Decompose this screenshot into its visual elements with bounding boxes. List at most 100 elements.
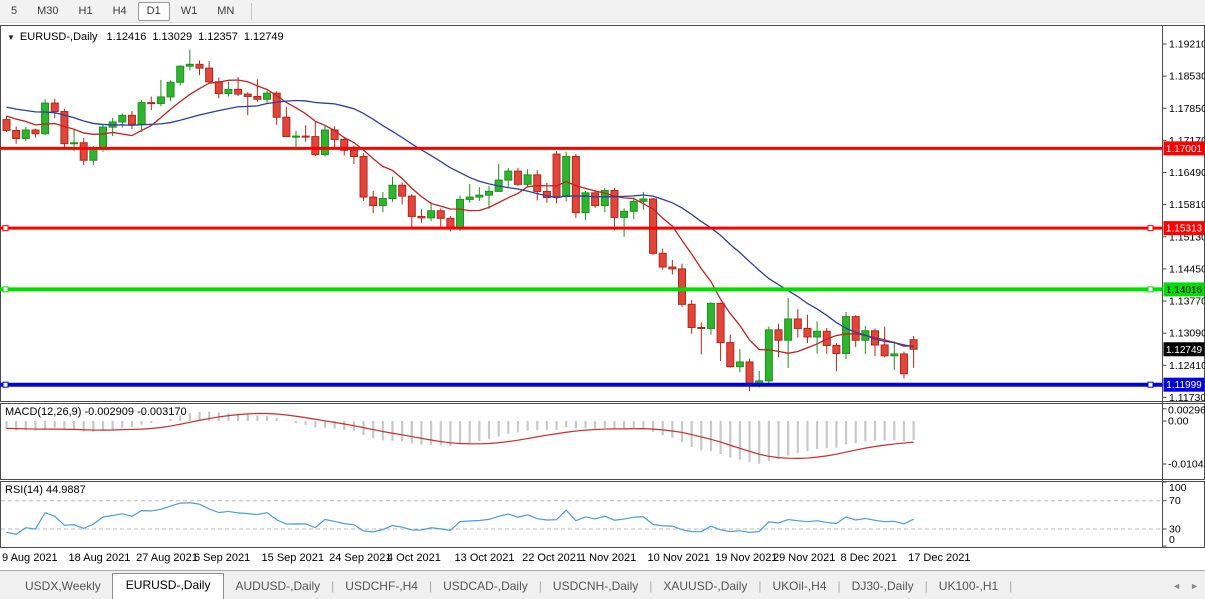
candle (707, 302, 714, 334)
chart-tab-bar: USDX,WeeklyEURUSD-,DailyAUDUSD-,Daily | US… (0, 570, 1205, 599)
svg-text:1.17850: 1.17850 (1169, 103, 1205, 115)
candle (418, 209, 425, 222)
svg-text:27 Aug 2021: 27 Aug 2021 (136, 552, 198, 564)
macd-indicator-label: MACD(12,26,9) -0.002909 -0.003170 (5, 406, 187, 418)
candle (621, 208, 628, 236)
hline-handle[interactable] (3, 382, 8, 387)
timeframe-button-d1[interactable]: D1 (138, 2, 170, 21)
timeframe-button-h4[interactable]: H4 (104, 2, 136, 21)
candle (408, 194, 415, 229)
svg-text:22 Oct 2021: 22 Oct 2021 (522, 552, 582, 564)
hline-handle[interactable] (3, 226, 8, 231)
svg-text:1.12410: 1.12410 (1169, 360, 1205, 372)
timeframe-button-w1[interactable]: W1 (172, 2, 207, 21)
timeframe-button-mn[interactable]: MN (208, 2, 243, 21)
tab-usdx-weekly[interactable]: USDX,Weekly (14, 575, 112, 599)
candle (80, 138, 87, 165)
toolbar-separator (251, 3, 252, 20)
svg-text:18 Aug 2021: 18 Aug 2021 (69, 552, 131, 564)
tab-uk100-h1[interactable]: UK100-,H1 (928, 575, 1009, 599)
svg-text:17 Dec 2021: 17 Dec 2021 (908, 552, 970, 564)
candle (51, 99, 58, 118)
candle (486, 186, 493, 209)
tab-usdcad-daily[interactable]: USDCAD-,Daily (432, 575, 539, 599)
svg-text:4 Oct 2021: 4 Oct 2021 (387, 552, 441, 564)
candle (514, 168, 521, 186)
candle (862, 326, 869, 354)
candle (524, 169, 531, 186)
svg-text:24 Sep 2021: 24 Sep 2021 (329, 552, 391, 564)
candle (592, 190, 599, 208)
candle (630, 198, 637, 220)
candle (505, 168, 512, 188)
hline-handle[interactable] (3, 287, 8, 292)
tab-scroll-left-icon[interactable]: ◄ (1172, 582, 1181, 591)
svg-text:1.14016: 1.14016 (1166, 285, 1203, 296)
hline-price-label: 1.14016 (1164, 282, 1205, 296)
candle (727, 335, 734, 368)
tab-ukoil-h4[interactable]: UKOil-,H4 (762, 575, 838, 599)
tab-usdcnh-daily[interactable]: USDCNH-,Daily (542, 575, 649, 599)
candle (650, 198, 657, 255)
candle (370, 191, 377, 213)
svg-text:1.11730: 1.11730 (1169, 392, 1205, 404)
tab-separator: | (1009, 579, 1012, 599)
candle (659, 249, 666, 270)
svg-text:0.00: 0.00 (1168, 416, 1189, 428)
chart-title: ▼ EURUSD-,Daily 1.12416 1.13029 1.12357 … (7, 31, 290, 43)
collapse-arrow-icon[interactable]: ▼ (7, 33, 15, 42)
chart-tabs: USDX,WeeklyEURUSD-,DailyAUDUSD-,Daily | US… (0, 571, 1012, 599)
candle (679, 264, 686, 307)
svg-text:6 Sep 2021: 6 Sep 2021 (194, 552, 250, 564)
svg-text:19 Nov 2021: 19 Nov 2021 (715, 552, 777, 564)
rsi-line (7, 503, 914, 535)
candlestick-series (3, 50, 917, 392)
candle (804, 315, 811, 343)
candle (736, 349, 743, 372)
candle (148, 96, 155, 110)
hline-handle[interactable] (1148, 226, 1153, 231)
timeframe-button-h1[interactable]: H1 (70, 2, 102, 21)
candle (225, 82, 232, 97)
svg-text:70: 70 (1169, 495, 1181, 507)
timeframe-button-m30[interactable]: M30 (28, 2, 67, 21)
chart-canvas[interactable]: 1.192101.185301.178501.171701.164901.158… (0, 0, 1205, 599)
svg-text:1.17001: 1.17001 (1166, 144, 1203, 155)
hline-handle[interactable] (1148, 287, 1153, 292)
tab-dj30-daily[interactable]: DJ30-,Daily (841, 575, 925, 599)
candle (244, 92, 251, 115)
tab-eurusd-daily[interactable]: EURUSD-,Daily (112, 573, 225, 599)
macd-histogram (7, 412, 914, 464)
candle (177, 65, 184, 85)
svg-text:8 Dec 2021: 8 Dec 2021 (841, 552, 897, 564)
candle (563, 152, 570, 202)
candle (138, 100, 145, 132)
hline-price-label: 1.11999 (1164, 378, 1205, 392)
tab-xauusd-daily[interactable]: XAUUSD-,Daily (652, 575, 758, 599)
tab-audusd-daily[interactable]: AUDUSD-,Daily (224, 575, 331, 599)
ohlc-high: 1.13029 (152, 31, 192, 43)
candle (794, 309, 801, 337)
tab-usdchf-h4[interactable]: USDCHF-,H4 (334, 575, 429, 599)
tab-scroll-right-icon[interactable]: ► (1190, 582, 1199, 591)
candle (167, 80, 174, 101)
hline-handle[interactable] (1148, 382, 1153, 387)
current-price-label: 1.12749 (1164, 342, 1205, 356)
candle (302, 125, 309, 142)
candle (688, 300, 695, 334)
candle (765, 327, 772, 384)
candle (128, 111, 135, 129)
timeframe-button-5[interactable]: 5 (2, 2, 26, 21)
candle (717, 302, 724, 361)
candle (495, 164, 502, 191)
candle (698, 322, 705, 354)
macd-axis-labels: 0.0029660.00-0.01042 (1163, 405, 1205, 471)
candle (264, 91, 271, 103)
candle (254, 79, 261, 101)
timeframe-toolbar: 5M30H1H4D1W1MN (0, 0, 1205, 23)
svg-text:-0.01042: -0.01042 (1168, 459, 1205, 471)
svg-text:1.13090: 1.13090 (1169, 328, 1205, 340)
svg-text:1.18530: 1.18530 (1169, 71, 1205, 83)
tab-scroll-arrows: ◄ ► (1172, 582, 1199, 591)
candle (389, 177, 396, 202)
